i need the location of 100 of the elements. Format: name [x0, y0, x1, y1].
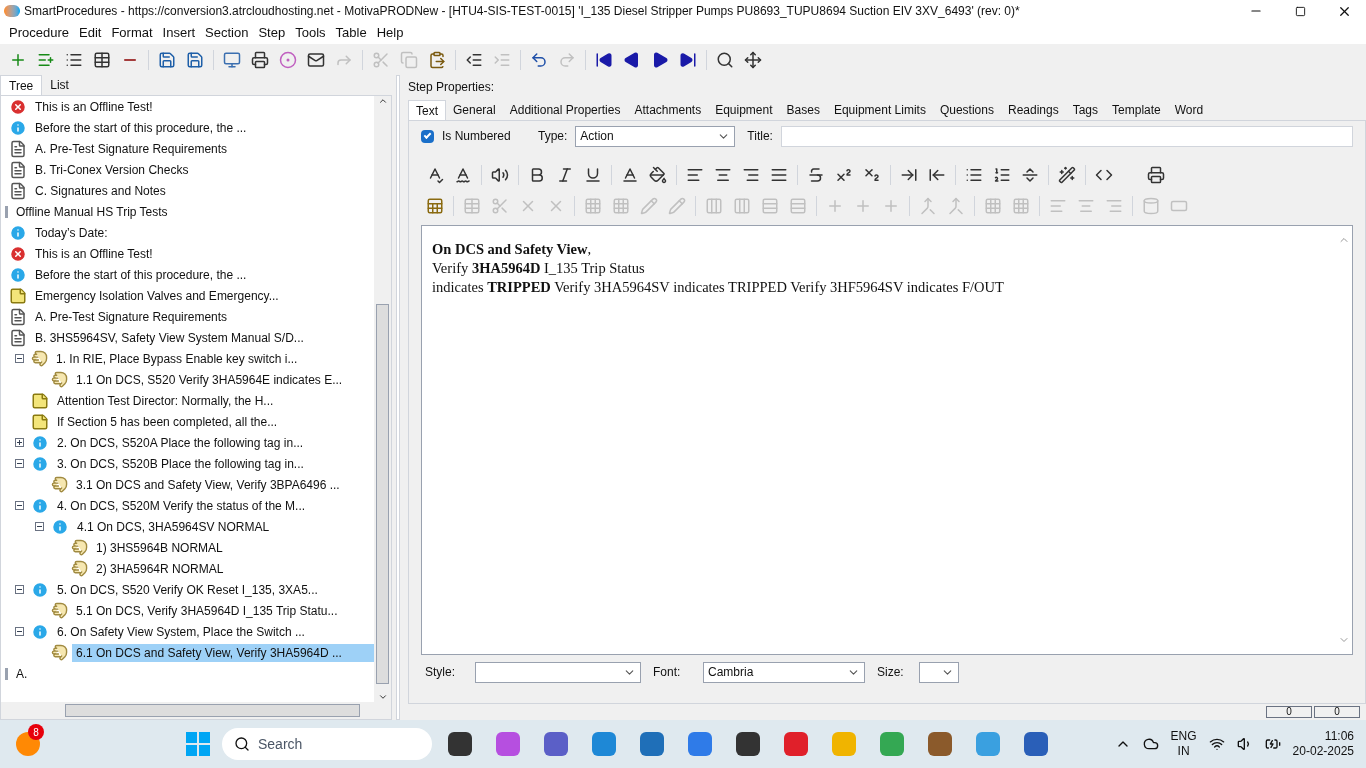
- language-indicator[interactable]: ENG: [1170, 729, 1197, 744]
- tab[interactable]: Equipment: [708, 100, 780, 120]
- cloud-sync-icon[interactable]: [1142, 736, 1159, 752]
- collapse-toggle[interactable]: [14, 585, 24, 594]
- tree-item[interactable]: 3.1 On DCS and Safety View, Verify 3BPA6496 ...: [72, 475, 344, 494]
- tree-item[interactable]: 1) 3HS5964B NORMAL: [92, 538, 227, 557]
- tree-item[interactable]: Emergency Isolation Valves and Emergency...: [31, 286, 283, 305]
- tree-item[interactable]: 1. In RIE, Place Bypass Enable key switch i...: [52, 349, 302, 368]
- document-icon: [9, 160, 27, 179]
- tree-item[interactable]: This is an Offline Test!: [31, 244, 157, 263]
- info-icon: [9, 223, 27, 242]
- menu-item[interactable]: Tools: [290, 23, 331, 43]
- text-editor[interactable]: On DCS and Safety View, Verify 3HA5964D I_135 Trip Status indicates TRIPPED Verify 3HA5964SV indicates TRIPPED Verify 3HF5964SV indicates F/OUT: [421, 225, 1353, 655]
- title-field[interactable]: [780, 125, 1353, 147]
- scroll-up-icon[interactable]: [377, 96, 388, 106]
- document-icon: [9, 307, 27, 326]
- tree-item[interactable]: A. Pre-Test Signature Requirements: [31, 307, 232, 326]
- tree-item[interactable]: 6. On Safety View System, Place the Switch ...: [53, 622, 309, 641]
- vertical-scrollbar[interactable]: [374, 96, 391, 702]
- collapse-toggle[interactable]: [14, 459, 24, 468]
- info-icon: [31, 580, 49, 599]
- tree-item[interactable]: Before the start of this procedure, the ...: [31, 265, 251, 284]
- tab[interactable]: Word: [1167, 100, 1211, 120]
- tree-item[interactable]: 5. On DCS, S520 Verify OK Reset I_135, 3XA5...: [53, 580, 322, 599]
- tab[interactable]: Questions: [932, 100, 1001, 120]
- size-dropdown[interactable]: [919, 661, 959, 683]
- type-label: Type:: [538, 128, 568, 145]
- pointing-hand-icon: [51, 476, 68, 493]
- menu-item[interactable]: Help: [371, 23, 409, 43]
- tab[interactable]: Readings: [1000, 100, 1066, 120]
- info-icon: [51, 517, 69, 536]
- tab[interactable]: Template: [1105, 100, 1168, 120]
- font-dropdown[interactable]: Cambria: [703, 661, 865, 683]
- collapse-toggle[interactable]: [14, 354, 24, 363]
- wifi-icon[interactable]: [1208, 736, 1225, 752]
- section-marker-icon: [5, 667, 8, 680]
- tree-item[interactable]: If Section 5 has been completed, all the...: [53, 412, 282, 431]
- menu-item[interactable]: Procedure: [4, 23, 74, 43]
- pointing-hand-icon: [51, 371, 68, 388]
- tab[interactable]: Additional Properties: [502, 100, 628, 120]
- tree-item[interactable]: C. Signatures and Notes: [31, 181, 170, 200]
- tree-item[interactable]: 3. On DCS, S520B Place the following tag in...: [53, 454, 308, 473]
- pointing-hand-icon: [51, 644, 68, 661]
- tab[interactable]: Tree: [0, 75, 43, 95]
- expand-toggle[interactable]: [14, 438, 24, 447]
- type-dropdown[interactable]: Action: [575, 125, 736, 147]
- menu-item[interactable]: Section: [200, 23, 254, 43]
- status-panel: 0: [1314, 706, 1360, 718]
- status-panel: 0: [1266, 706, 1312, 718]
- region-indicator[interactable]: IN: [1177, 744, 1190, 759]
- menu-item[interactable]: Format: [106, 23, 158, 43]
- battery-icon[interactable]: [1264, 736, 1281, 752]
- tab[interactable]: Text: [408, 100, 446, 120]
- note-icon: [31, 391, 49, 410]
- menu-item[interactable]: Insert: [157, 23, 201, 43]
- tree-item[interactable]: Attention Test Director: Normally, the H...: [53, 391, 278, 410]
- error-icon: [9, 244, 27, 263]
- tab[interactable]: Tags: [1065, 100, 1106, 120]
- editor-text-line: On DCS and Safety View,: [432, 240, 593, 259]
- tab[interactable]: General: [446, 100, 503, 120]
- tree-item[interactable]: Today’s Date:: [31, 223, 112, 242]
- scroll-down-icon[interactable]: [377, 692, 388, 702]
- tab[interactable]: Equipment Limits: [826, 100, 933, 120]
- horizontal-scrollbar[interactable]: [1, 702, 391, 719]
- tree-item[interactable]: 6.1 On DCS and Safety View, Verify 3HA5964D ...: [72, 643, 374, 662]
- menu-item[interactable]: Table: [330, 23, 372, 43]
- collapse-toggle[interactable]: [34, 522, 44, 531]
- tree-item[interactable]: This is an Offline Test!: [31, 97, 157, 116]
- tab[interactable]: Bases: [779, 100, 827, 120]
- tree-item[interactable]: Offline Manual HS Trip Tests: [12, 202, 172, 221]
- window-title: SmartProcedures - https://conversion3.atrcloudhosting.net - MotivaPRODNew - [HTU4-SIS-TEST-0015] 'I_135 Diesel Stripper Pumps PU8693_TUPU8694 Suction EIV 3XV_6493' (rev: 0)*: [24, 3, 1021, 20]
- tree-item[interactable]: 1.1 On DCS, S520 Verify 3HA5964E indicates E...: [72, 370, 347, 389]
- tree-item[interactable]: 4. On DCS, S520M Verify the status of the M...: [53, 496, 310, 515]
- tree-item[interactable]: Before the start of this procedure, the ...: [31, 118, 251, 137]
- tree-item[interactable]: 2) 3HA5964R NORMAL: [92, 559, 228, 578]
- note-icon: [9, 286, 27, 305]
- document-icon: [9, 139, 27, 158]
- clock-time[interactable]: 11:06: [1324, 729, 1354, 744]
- style-dropdown[interactable]: [475, 661, 641, 683]
- menu-item[interactable]: Edit: [74, 23, 107, 43]
- collapse-toggle[interactable]: [14, 501, 24, 510]
- notification-badge: 8: [28, 724, 44, 740]
- menu-item[interactable]: Step: [253, 23, 291, 43]
- tree-item[interactable]: 4.1 On DCS, 3HA5964SV NORMAL: [73, 517, 274, 536]
- tree-item[interactable]: B. Tri-Conex Version Checks: [31, 160, 193, 179]
- tree-item[interactable]: 5.1 On DCS, Verify 3HA5964D I_135 Trip Statu...: [72, 601, 342, 620]
- section-marker-icon: [5, 205, 8, 218]
- tree-item[interactable]: A.: [12, 664, 32, 683]
- clock-date[interactable]: 20-02-2025: [1292, 744, 1354, 759]
- tree-item[interactable]: 2. On DCS, S520A Place the following tag in...: [53, 433, 308, 452]
- tab[interactable]: Attachments: [627, 100, 709, 120]
- document-icon: [9, 328, 27, 347]
- tree-item[interactable]: A. Pre-Test Signature Requirements: [31, 139, 232, 158]
- app-logo-icon: [4, 5, 20, 17]
- pointing-hand-icon: [51, 602, 68, 619]
- tree-item[interactable]: B. 3HS5964SV, Safety View System Manual S/D...: [31, 328, 308, 347]
- info-icon: [9, 118, 27, 137]
- collapse-toggle[interactable]: [14, 627, 24, 636]
- checkbox[interactable]: [421, 129, 434, 143]
- taskbar-search-field[interactable]: Search: [222, 728, 432, 760]
